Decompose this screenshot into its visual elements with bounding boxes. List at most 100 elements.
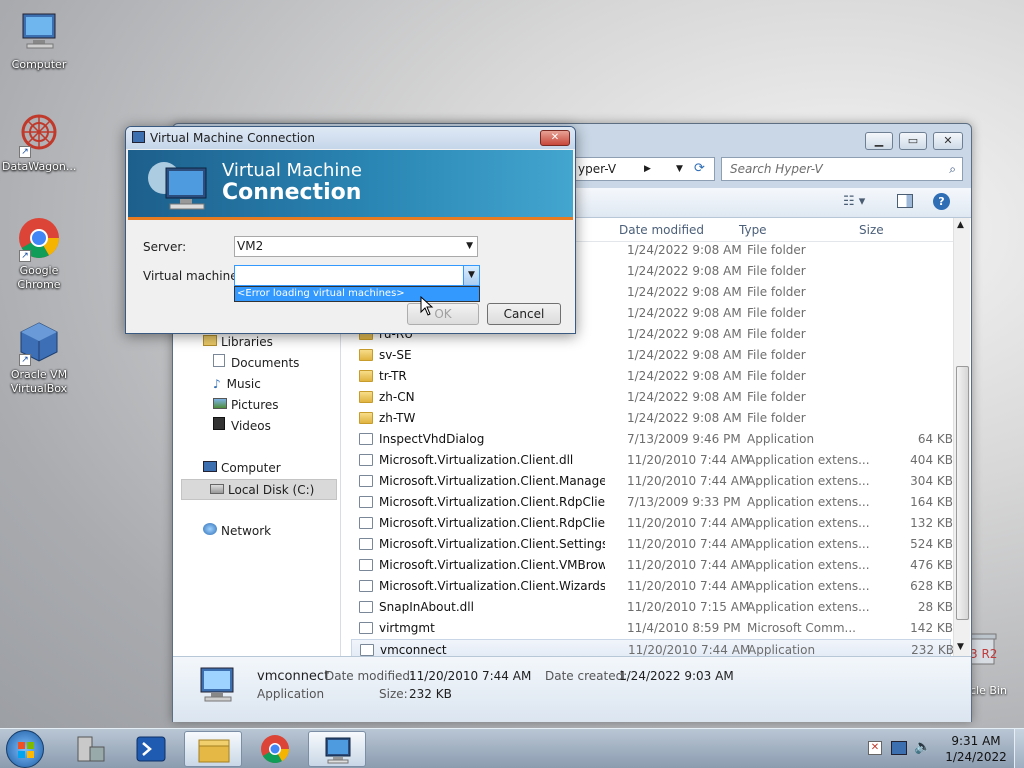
dialog-titlebar[interactable]: Virtual Machine Connection ✕ (126, 127, 575, 149)
file-size: 524 KB (910, 537, 953, 551)
details-date-created-label: Date created: (545, 669, 628, 683)
help-icon[interactable]: ? (933, 193, 950, 210)
vm-connection-dialog: Virtual Machine Connection ✕ Virtual Mac… (125, 126, 576, 334)
close-button[interactable]: ✕ (933, 132, 963, 150)
file-icon (359, 559, 373, 571)
file-row[interactable]: Microsoft.Virtualization.Client.Wizards.… (351, 576, 953, 597)
file-name: Microsoft.Virtualization.Client.RdpClien… (379, 516, 605, 530)
start-button[interactable] (6, 730, 44, 768)
column-date-modified[interactable]: Date modified (619, 218, 704, 242)
details-date-modified: 11/20/2010 7:44 AM (409, 669, 532, 683)
file-type: File folder (747, 348, 806, 362)
file-name: Microsoft.Virtualization.Client.dll (379, 453, 574, 467)
view-options-icon[interactable]: ☷ ▾ (843, 194, 865, 209)
nav-item-computer[interactable]: Computer (199, 458, 281, 479)
ok-button[interactable]: OK (407, 303, 479, 325)
column-type[interactable]: Type (739, 218, 767, 242)
music-icon: ♪ (213, 377, 221, 391)
taskbar: ✕ 🔈 9:31 AM 1/24/2022 (0, 728, 1024, 768)
address-crumb[interactable]: yper-V (578, 162, 616, 176)
nav-item-music[interactable]: ♪ Music (209, 374, 261, 395)
taskbar-server-manager[interactable] (62, 731, 120, 767)
virtual-machine-combobox[interactable]: ▼ (234, 265, 480, 286)
file-icon (359, 475, 373, 487)
desktop-icon-virtualbox[interactable]: ↗ Oracle VM VirtualBox (2, 320, 76, 396)
folder-icon (359, 412, 373, 424)
file-date-modified: 11/20/2010 7:44 AM (627, 558, 750, 572)
nav-item-libraries[interactable]: Libraries (199, 332, 273, 353)
scroll-up-arrow[interactable]: ▲ (957, 220, 964, 230)
file-row[interactable]: Microsoft.Virtualization.Client.RdpClien… (351, 513, 953, 534)
nav-item-local-disk[interactable]: Local Disk (C:) (181, 479, 337, 500)
taskbar-clock[interactable]: 9:31 AM 1/24/2022 (938, 733, 1014, 765)
tray-network-icon[interactable] (891, 741, 907, 755)
dialog-close-button[interactable]: ✕ (540, 130, 570, 146)
nav-item-pictures[interactable]: Pictures (209, 395, 279, 416)
server-combobox[interactable]: VM2 ▼ (234, 236, 478, 257)
virtual-machine-dropdown-list: <Error loading virtual machines> (234, 286, 480, 302)
pictures-icon (213, 398, 227, 409)
crumb-arrow-icon[interactable]: ▶ (644, 158, 651, 180)
vertical-scrollbar[interactable]: ▲ ▼ (953, 218, 970, 656)
file-row[interactable]: zh-TW 1/24/2022 9:08 AM File folder (351, 408, 951, 429)
show-desktop-button[interactable] (1014, 729, 1024, 768)
vmconnect-taskbar-icon (325, 737, 351, 764)
desktop-icon-datawagon[interactable]: ↗ DataWagon... (2, 112, 76, 174)
tray-flag-icon[interactable]: ✕ (868, 741, 882, 755)
desktop-icon-computer[interactable]: Computer (2, 10, 76, 72)
file-icon (359, 454, 373, 466)
scroll-down-arrow[interactable]: ▼ (957, 642, 964, 652)
taskbar-vmconnect[interactable] (308, 731, 366, 767)
file-date-modified: 11/20/2010 7:15 AM (627, 600, 750, 614)
address-dropdown-icon[interactable]: ▼ (676, 158, 683, 180)
file-row[interactable]: zh-CN 1/24/2022 9:08 AM File folder (351, 387, 951, 408)
taskbar-explorer[interactable] (184, 731, 242, 767)
maximize-button[interactable]: ▭ (899, 132, 927, 150)
desktop-icon-label: Computer (11, 58, 67, 71)
file-size: 304 KB (910, 474, 953, 488)
preview-pane-icon[interactable] (897, 194, 913, 208)
file-row[interactable]: SnapInAbout.dll 11/20/2010 7:15 AM Applica… (351, 597, 953, 618)
file-name: virtmgmt (379, 621, 435, 635)
cancel-button[interactable]: Cancel (487, 303, 561, 325)
file-row[interactable]: Microsoft.Virtualization.Client.Managem.… (351, 471, 953, 492)
file-type: File folder (747, 264, 806, 278)
tray-volume-icon[interactable]: 🔈 (914, 739, 931, 755)
file-type: File folder (747, 285, 806, 299)
dropdown-item-error[interactable]: <Error loading virtual machines> (235, 287, 479, 301)
search-input[interactable]: Search Hyper-V ⌕ (721, 157, 963, 181)
nav-item-documents[interactable]: Documents (209, 353, 299, 374)
file-row[interactable]: tr-TR 1/24/2022 9:08 AM File folder (351, 366, 951, 387)
search-icon[interactable]: ⌕ (949, 158, 956, 180)
file-row[interactable]: Microsoft.Virtualization.Client.RdpClien… (351, 492, 953, 513)
computer-small-icon (203, 461, 217, 472)
dialog-app-icon (132, 131, 145, 143)
file-type: Microsoft Comm... (747, 621, 856, 635)
file-name: Microsoft.Virtualization.Client.Settings… (379, 537, 605, 551)
address-bar[interactable]: yper-V ▶ ▼ ⟳ (575, 157, 715, 181)
file-date-modified: 11/20/2010 7:44 AM (627, 516, 750, 530)
datawagon-icon: ↗ (17, 112, 61, 158)
taskbar-chrome[interactable] (246, 731, 304, 767)
file-size: 28 KB (917, 600, 953, 614)
server-dropdown-arrow-icon[interactable]: ▼ (466, 237, 473, 256)
file-type: File folder (747, 306, 806, 320)
file-row[interactable]: Microsoft.Virtualization.Client.Settings… (351, 534, 953, 555)
minimize-button[interactable]: ▁ (865, 132, 893, 150)
file-row[interactable]: Microsoft.Virtualization.Client.dll 11/20… (351, 450, 953, 471)
scroll-thumb[interactable] (956, 366, 969, 620)
file-row[interactable]: virtmgmt 11/4/2010 8:59 PM Microsoft Comm.… (351, 618, 953, 639)
refresh-icon[interactable]: ⟳ (694, 158, 705, 180)
nav-item-network[interactable]: Network (199, 521, 271, 542)
taskbar-powershell[interactable] (122, 731, 180, 767)
nav-item-videos[interactable]: Videos (209, 416, 271, 437)
file-row[interactable]: Microsoft.Virtualization.Client.VMBrowse… (351, 555, 953, 576)
file-type: File folder (747, 411, 806, 425)
column-size[interactable]: Size (859, 218, 884, 242)
vm-dropdown-arrow-icon[interactable]: ▼ (463, 266, 479, 285)
computer-icon (17, 10, 61, 54)
dialog-title: Virtual Machine Connection (150, 131, 315, 145)
file-row[interactable]: InspectVhdDialog 7/13/2009 9:46 PM Applica… (351, 429, 953, 450)
desktop-icon-chrome[interactable]: ↗ Google Chrome (2, 216, 76, 292)
file-row[interactable]: sv-SE 1/24/2022 9:08 AM File folder (351, 345, 951, 366)
